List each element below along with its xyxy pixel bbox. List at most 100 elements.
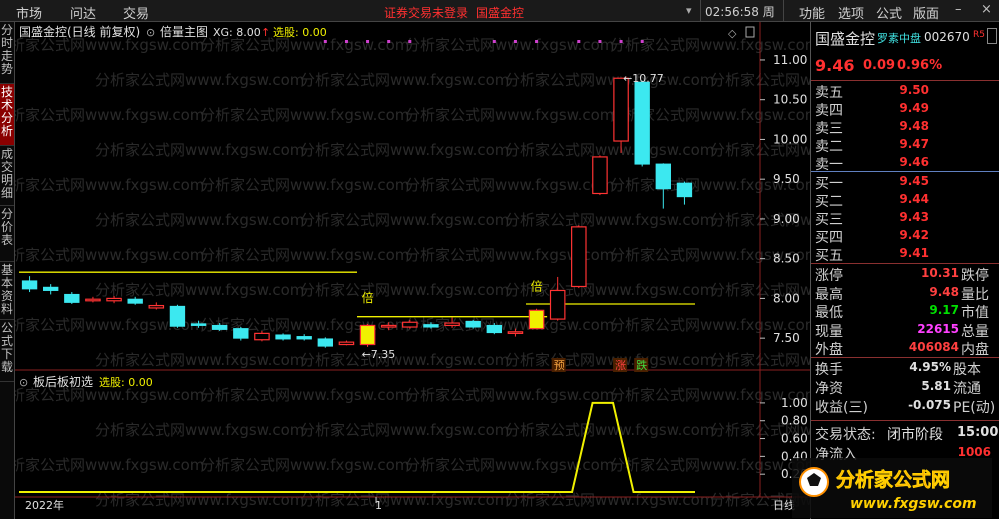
menu-trade[interactable]: 交易: [123, 3, 149, 22]
left-tab-1[interactable]: 技术分析: [0, 84, 14, 146]
watermark-text: 分析家公式网www.fxgsw.com: [405, 456, 614, 474]
diamond-icon[interactable]: ◇: [728, 27, 737, 40]
candle[interactable]: [359, 323, 376, 347]
watermark-text: 分析家公式网www.fxgsw.com: [300, 141, 509, 159]
watermark-text: 分析家公式网www.fxgsw.com: [300, 211, 509, 229]
watermark-text: 分析家公式网www.fxgsw.com: [505, 211, 714, 229]
watermark-text: 分析家公式网www.fxgsw.com: [610, 386, 810, 404]
stat-row: 最高 9.48 量比: [811, 284, 999, 303]
buy-price: 9.45: [899, 174, 929, 188]
bei-label: 倍: [531, 278, 543, 293]
buy-row: 买五 9.41: [811, 245, 999, 264]
left-tab-5[interactable]: 公式下载: [0, 320, 14, 382]
watermark-text: 分析家公式网www.fxgsw.com: [15, 176, 204, 194]
stat-value: 22615: [917, 321, 959, 336]
status-label: 交易状态:: [815, 427, 876, 443]
stat-value: 9.17: [929, 303, 959, 317]
y-tick-label-sub: 0.60: [781, 432, 808, 446]
signal-dot: [323, 40, 327, 43]
quote-scroll-box[interactable]: [987, 28, 997, 44]
sell-row: 卖一 9.46: [811, 154, 999, 173]
watermark-text: 分析家公式网www.fxgsw.com: [300, 281, 509, 299]
menu-market[interactable]: 市场: [16, 3, 42, 22]
y-tick-label-main: 7.50: [773, 331, 800, 345]
indicator-name[interactable]: 倍量主图: [160, 24, 208, 39]
logo-main-text: 分析家公式网: [836, 468, 950, 491]
buy-label: 买四: [815, 230, 843, 246]
minimize-button[interactable]: –: [955, 2, 962, 17]
close-button[interactable]: ×: [981, 2, 992, 17]
login-alert[interactable]: 证券交易未登录: [384, 4, 468, 21]
stat-label2: 总量: [961, 323, 989, 340]
left-tab-char: 载: [0, 360, 13, 374]
menu-options[interactable]: 选项: [838, 3, 864, 22]
sell-price: 9.47: [899, 137, 929, 151]
quote-name: 国盛金控: [815, 30, 876, 48]
candle[interactable]: [317, 337, 333, 348]
stats2-sep: [811, 357, 999, 358]
sub-chevron-icon[interactable]: ⊙: [19, 376, 28, 389]
candle[interactable]: [571, 225, 587, 289]
signal-dot: [619, 40, 623, 43]
candle[interactable]: [465, 319, 481, 329]
signal-dot: [408, 40, 412, 43]
clock: 02:56:58 周三: [700, 0, 784, 36]
watermark-text: 分析家公式网www.fxgsw.com: [95, 281, 304, 299]
status-value: 闭市阶段: [887, 427, 943, 443]
menu-wenda[interactable]: 问达: [70, 3, 96, 22]
stat-label: 外盘: [815, 342, 843, 358]
dropdown-icon[interactable]: ▾: [686, 4, 692, 17]
menu-layout[interactable]: 版面: [913, 3, 939, 22]
signal-dot: [513, 40, 517, 43]
stat2-label: 收益(三): [815, 400, 868, 416]
y-tick-label-main: 10.00: [773, 132, 807, 146]
candle[interactable]: [528, 308, 545, 330]
sell-label: 卖三: [815, 121, 843, 137]
sub-panel-header: ⊙ 板后板初选 选股: 0.00: [19, 375, 153, 389]
signal-dot: [535, 40, 539, 43]
left-tab-2[interactable]: 成交明细: [0, 146, 14, 206]
candle[interactable]: [592, 155, 608, 196]
quote-r5: R5: [973, 30, 985, 40]
buy-price: 9.44: [899, 192, 929, 206]
xg-value: XG: 8.00: [213, 26, 261, 39]
watermark-text: 分析家公式网www.fxgsw.com: [200, 386, 409, 404]
buy-row: 买四 9.42: [811, 227, 999, 246]
sell-price: 9.46: [899, 155, 929, 169]
left-tabs: 分时走势技术分析成交明细分价表基本资料公式下载: [0, 22, 15, 519]
sell-price: 9.49: [899, 101, 929, 115]
candle[interactable]: [634, 80, 650, 167]
chevron-down-icon[interactable]: ⊙: [146, 26, 155, 39]
quote-header: 国盛金控 罗素中盘 002670 R5: [811, 28, 999, 50]
menu-function[interactable]: 功能: [799, 3, 825, 22]
stat-row: 现量 22615 总量: [811, 321, 999, 340]
quote-sep: [811, 80, 999, 81]
menu-formula[interactable]: 公式: [876, 3, 902, 22]
stat-label2: 内盘: [961, 342, 989, 358]
quote-price: 9.46: [815, 56, 855, 75]
stat2-value: -0.075: [908, 398, 951, 412]
left-tab-4[interactable]: 基本资料: [0, 262, 14, 320]
watermark-text: 分析家公式网www.fxgsw.com: [505, 491, 714, 509]
left-tab-char: 料: [0, 302, 13, 316]
left-tab-0[interactable]: 分时走势: [0, 22, 14, 84]
stat2-row: 换手 4.95% 股本: [811, 359, 999, 378]
watermark-text: 分析家公式网www.fxgsw.com: [95, 421, 304, 439]
watermark-text: 分析家公式网www.fxgsw.com: [95, 351, 304, 369]
y-tick-label-main: 9.00: [773, 212, 800, 226]
stat-label: 最高: [815, 286, 843, 303]
stat-label2: 量比: [961, 286, 989, 303]
watermark-text: 分析家公式网www.fxgsw.com: [15, 456, 204, 474]
logo-url-text: www.fxgsw.com: [850, 496, 977, 512]
quote-price-row: 9.46 0.09 0.96%: [811, 56, 999, 78]
watermark-text: 分析家公式网www.fxgsw.com: [505, 421, 714, 439]
watermark-text: 分析家公式网www.fxgsw.com: [200, 316, 409, 334]
candle[interactable]: [233, 327, 249, 341]
top-stock-name: 国盛金控: [476, 6, 525, 20]
high-marker: ←10.77: [623, 72, 664, 85]
left-tab-3[interactable]: 分价表: [0, 206, 14, 262]
sell-price: 9.48: [899, 119, 929, 133]
top-menu-bar: 市场 问达 交易 证券交易未登录 国盛金控 ▾ 02:56:58 周三 功能 选…: [0, 0, 999, 36]
candle[interactable]: [169, 304, 186, 328]
watermark-text: 分析家公式网www.fxgsw.com: [300, 491, 509, 509]
